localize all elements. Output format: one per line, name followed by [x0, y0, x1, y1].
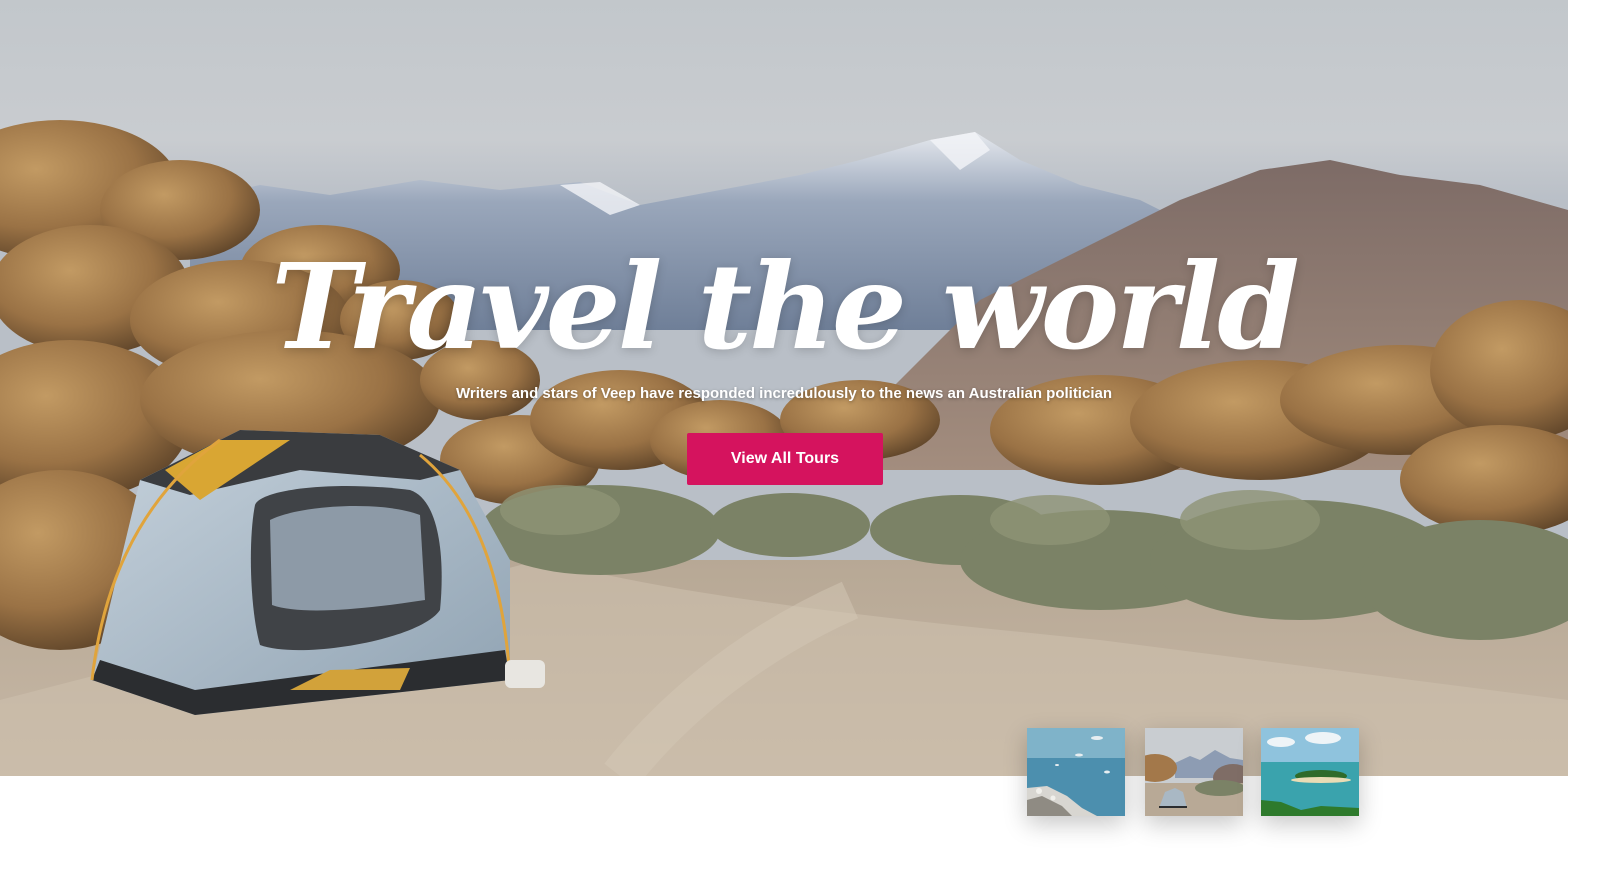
view-all-tours-button[interactable]: View All Tours	[687, 433, 883, 485]
tropical-island-thumbnail[interactable]	[1261, 728, 1359, 816]
tent-desert-thumbnail[interactable]	[1145, 728, 1243, 816]
thumbnail-gallery	[1027, 728, 1359, 816]
coast-rocks-image	[1027, 728, 1125, 816]
coast-rocks-thumbnail[interactable]	[1027, 728, 1125, 816]
hero-title: Travel the world	[271, 237, 1300, 376]
hero-subtitle: Writers and stars of Veep have responded…	[456, 385, 1112, 402]
hero-banner: Travel the world Writers and stars of Ve…	[0, 0, 1568, 776]
tent-desert-image	[1145, 728, 1243, 816]
tropical-island-image	[1261, 728, 1359, 816]
